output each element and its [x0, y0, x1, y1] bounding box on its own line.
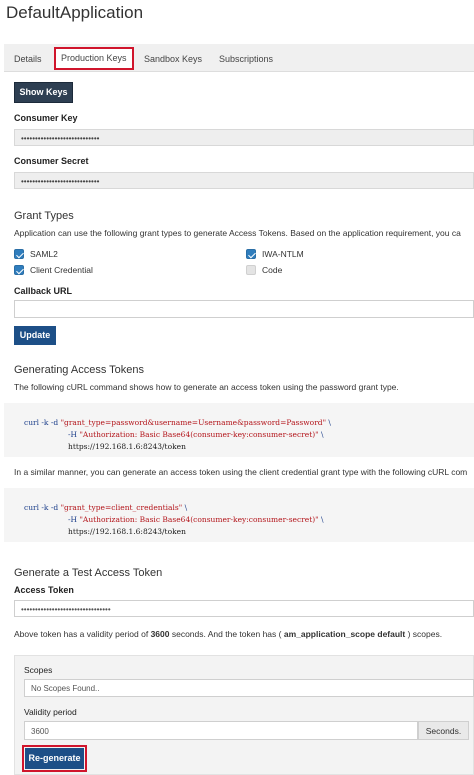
iwa-ntlm-checkbox[interactable]	[246, 249, 256, 259]
curl-password-code-block: curl -k -d "grant_type=password&username…	[4, 403, 474, 457]
grant-types-title: Grant Types	[14, 210, 74, 222]
curl1-data: "grant_type=password&username=Username&p…	[60, 418, 327, 427]
curl2-url: https://192.168.1.6:8243/token	[68, 527, 186, 536]
code-checkbox[interactable]	[246, 265, 256, 275]
consumer-key-label: Consumer Key	[14, 113, 78, 123]
curl2-header: "Authorization: Basic Base64(consumer-ke…	[79, 515, 319, 524]
client-credential-checkbox[interactable]	[14, 265, 24, 275]
saml2-checkbox[interactable]	[14, 249, 24, 259]
curl1-continuation: \	[326, 418, 331, 427]
curl1-header-flag: -H	[68, 430, 80, 439]
curl1-header: "Authorization: Basic Base64(consumer-ke…	[79, 430, 319, 439]
curl2-data: "grant_type=client_credentials"	[60, 503, 183, 512]
curl1-url: https://192.168.1.6:8243/token	[68, 442, 186, 451]
curl2-header-flag: -H	[68, 515, 80, 524]
regenerate-button[interactable]: Re-generate	[25, 748, 84, 769]
consumer-secret-field[interactable]: ••••••••••••••••••••••••••••	[14, 172, 474, 189]
scopes-label: Scopes	[24, 665, 53, 675]
update-button[interactable]: Update	[14, 326, 56, 345]
grant-types-description: Application can use the following grant …	[14, 228, 461, 238]
iwa-ntlm-label: IWA-NTLM	[262, 249, 304, 259]
client-credential-label: Client Credential	[30, 265, 93, 275]
callback-url-label: Callback URL	[14, 286, 73, 296]
saml2-label: SAML2	[30, 249, 58, 259]
seconds-addon: Seconds.	[418, 721, 469, 740]
curl2-continuation: \	[182, 503, 188, 512]
callback-url-input[interactable]	[14, 300, 474, 318]
tab-sandbox-keys[interactable]: Sandbox Keys	[144, 50, 202, 68]
validity-scope-value: am_application_scope default	[283, 629, 406, 639]
show-keys-button[interactable]: Show Keys	[14, 82, 73, 103]
validity-period-input[interactable]: 3600	[24, 721, 418, 740]
generating-tokens-description: The following cURL command shows how to …	[14, 382, 399, 392]
curl1-header-continuation: \	[318, 430, 324, 439]
token-validity-text: Above token has a validity period of 360…	[14, 629, 442, 639]
consumer-secret-label: Consumer Secret	[14, 156, 89, 166]
client-credential-description: In a similar manner, you can generate an…	[14, 467, 468, 477]
validity-seconds-value: 3600	[150, 629, 170, 639]
tab-subscriptions[interactable]: Subscriptions	[219, 50, 273, 68]
test-token-title: Generate a Test Access Token	[14, 567, 163, 579]
consumer-key-field[interactable]: ••••••••••••••••••••••••••••	[14, 129, 474, 146]
validity-period-label: Validity period	[24, 707, 77, 717]
tab-details[interactable]: Details	[14, 50, 42, 68]
scopes-input[interactable]: No Scopes Found..	[24, 679, 474, 697]
validity-text-mid: seconds. And the token has (	[169, 629, 284, 639]
validity-text-pre: Above token has a validity period of	[14, 629, 151, 639]
tab-production-keys[interactable]: Production Keys	[54, 47, 134, 70]
curl2-command: curl -k -d	[24, 503, 61, 512]
curl-client-credentials-code-block: curl -k -d "grant_type=client_credential…	[4, 488, 474, 542]
validity-text-post: ) scopes.	[405, 629, 443, 639]
curl1-command: curl -k -d	[24, 418, 61, 427]
generating-tokens-title: Generating Access Tokens	[14, 364, 145, 376]
access-token-label: Access Token	[14, 585, 74, 595]
access-token-field[interactable]: ••••••••••••••••••••••••••••••••	[14, 600, 474, 617]
code-label: Code	[262, 265, 283, 275]
page-title: DefaultApplication	[6, 3, 144, 22]
curl2-header-continuation: \	[318, 515, 324, 524]
